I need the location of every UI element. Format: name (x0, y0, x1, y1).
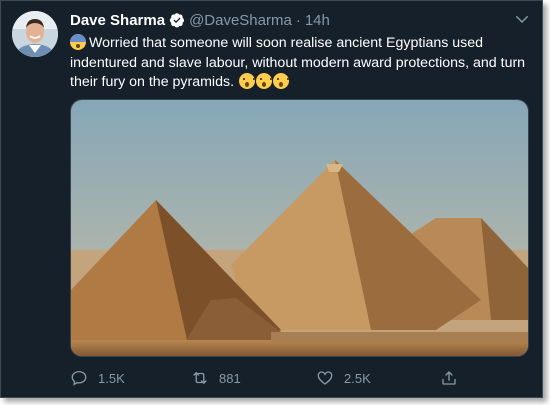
retweet-button[interactable]: 881 (191, 369, 241, 387)
retweet-icon (193, 371, 207, 385)
tweet-card: Dave Sharma @DaveSharma · 14h Worried th… (0, 0, 543, 398)
retweet-count: 881 (219, 370, 241, 386)
reply-count: 1.5K (98, 370, 125, 386)
tweet-image[interactable] (70, 99, 529, 357)
like-count: 2.5K (344, 370, 371, 386)
verified-badge-icon (169, 13, 185, 28)
tweet-text: Worried that someone will soon realise a… (70, 34, 532, 93)
user-handle[interactable]: @DaveSharma (189, 12, 292, 29)
tweet-actions: 1.5K 881 2.5K (70, 369, 470, 389)
hushed-face-emoji (272, 73, 289, 89)
tweet-body: Worried that someone will soon realise a… (70, 35, 526, 90)
like-button[interactable]: 2.5K (316, 369, 371, 387)
hushed-face-emoji (255, 73, 272, 89)
reply-button[interactable]: 1.5K (70, 369, 125, 387)
share-button[interactable] (440, 369, 458, 387)
separator-dot: · (295, 11, 301, 29)
fearful-face-emoji (70, 34, 86, 50)
display-name[interactable]: Dave Sharma (70, 12, 165, 29)
hushed-face-emoji (238, 73, 255, 89)
share-icon (442, 371, 456, 385)
tweet-header: Dave Sharma @DaveSharma · 14h (70, 11, 330, 29)
avatar[interactable] (12, 11, 58, 57)
reply-icon (71, 370, 87, 386)
chevron-down-icon[interactable] (513, 10, 531, 28)
timestamp[interactable]: 14h (305, 12, 330, 29)
heart-icon (317, 371, 333, 385)
